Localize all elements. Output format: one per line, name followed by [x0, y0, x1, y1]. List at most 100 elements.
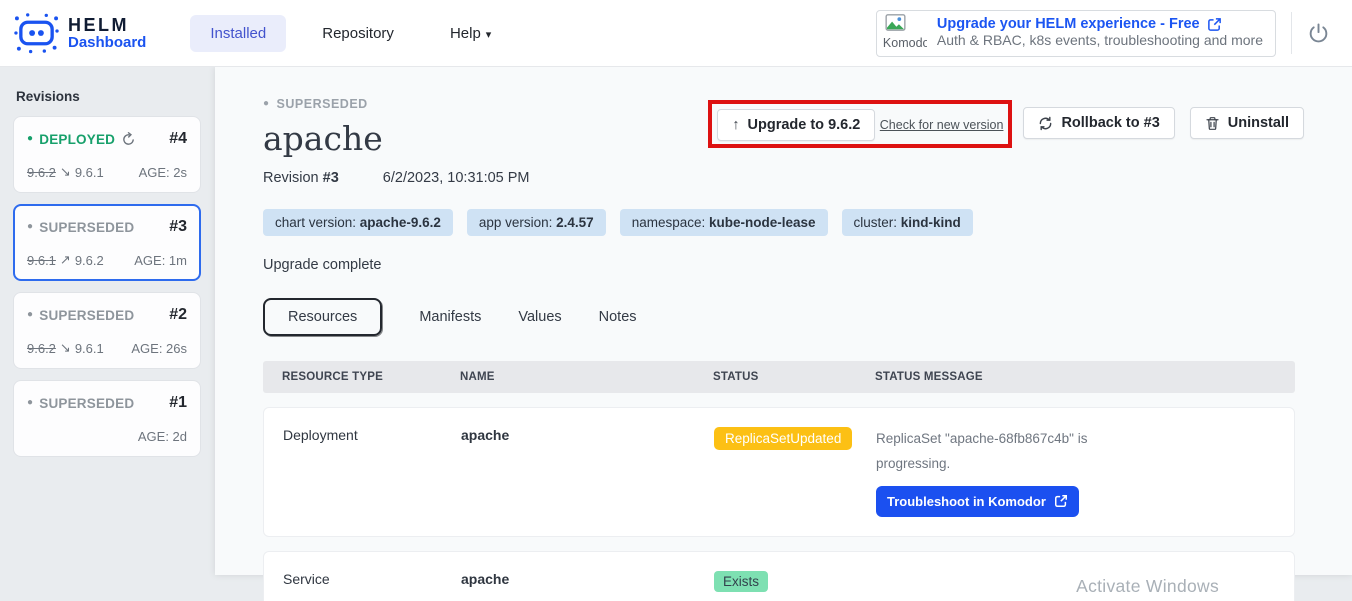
- revision-label: Revision #3: [263, 170, 339, 186]
- top-navbar: HELM Dashboard Installed Repository Help…: [0, 0, 1352, 67]
- revision-number: #1: [169, 394, 187, 412]
- status-badge: ReplicaSetUpdated: [714, 427, 852, 450]
- table-header-row: RESOURCE TYPE NAME STATUS STATUS MESSAGE: [263, 361, 1295, 393]
- tab-notes[interactable]: Notes: [599, 309, 637, 325]
- revision-age: AGE: 2d: [138, 429, 187, 444]
- tab-values[interactable]: Values: [518, 309, 561, 325]
- helm-robot-icon: [14, 11, 59, 55]
- to-version: 9.6.2: [75, 253, 104, 268]
- revision-number: #2: [169, 306, 187, 324]
- from-version: 9.6.2: [27, 341, 56, 356]
- logo-line-helm: HELM: [68, 16, 146, 35]
- revision-status: ●DEPLOYED: [27, 132, 115, 147]
- revision-age: AGE: 2s: [139, 165, 187, 180]
- release-actions: ↑ Upgrade to 9.6.2 Check for new version…: [717, 107, 1304, 141]
- status-dot-icon: ●: [263, 99, 270, 109]
- revision-info-line: Revision #3 6/2/2023, 10:31:05 PM: [263, 170, 1352, 186]
- revision-status: ●SUPERSEDED: [27, 308, 134, 323]
- uninstall-button[interactable]: Uninstall: [1190, 107, 1304, 139]
- revision-card-2[interactable]: ●SUPERSEDED #2 9.6.2 ↘ 9.6.1 AGE: 26s: [13, 292, 201, 369]
- revision-meta: 9.6.2 ↘ 9.6.1 AGE: 2s: [27, 164, 187, 180]
- caret-down-icon: ▾: [486, 29, 492, 41]
- revision-meta: 9.6.1 ↗ 9.6.2 AGE: 1m: [27, 252, 187, 268]
- detail-tabs: Resources Manifests Values Notes: [263, 298, 1352, 336]
- chip-chart-version: chart version: apache-9.6.2: [263, 209, 453, 236]
- upgrade-button-label: Upgrade to 9.6.2: [748, 117, 861, 133]
- revision-meta: 9.6.2 ↘ 9.6.1 AGE: 26s: [27, 340, 187, 356]
- external-link-icon: [1207, 17, 1222, 32]
- status-dot-icon: ●: [27, 398, 33, 408]
- status-badge: Exists: [714, 571, 768, 592]
- upgrade-button-wrap: ↑ Upgrade to 9.6.2 Check for new version: [717, 107, 1003, 141]
- tab-manifests[interactable]: Manifests: [419, 309, 481, 325]
- revision-status: ●SUPERSEDED: [27, 220, 134, 235]
- power-icon[interactable]: [1307, 22, 1330, 45]
- helm-dashboard-logo[interactable]: HELM Dashboard: [14, 11, 146, 55]
- release-description: Upgrade complete: [263, 257, 1352, 273]
- col-header-name: NAME: [460, 371, 713, 383]
- cell-name: apache: [461, 571, 714, 587]
- banner-title-text: Upgrade your HELM experience - Free: [937, 16, 1200, 32]
- from-version: 9.6.1: [27, 253, 56, 268]
- revision-card-4[interactable]: ●DEPLOYED #4 9.6.2 ↘ 9.6.1 AGE: 2s: [13, 116, 201, 193]
- status-dot-icon: ●: [27, 310, 33, 320]
- revision-number: #4: [169, 130, 187, 148]
- logo-text: HELM Dashboard: [68, 16, 146, 51]
- check-new-version-link[interactable]: Check for new version: [880, 118, 1004, 132]
- nav-tab-installed[interactable]: Installed: [190, 15, 286, 52]
- help-label: Help: [450, 25, 481, 42]
- col-header-resource-type: RESOURCE TYPE: [282, 371, 460, 383]
- komodor-broken-image: Komodor: [883, 14, 927, 53]
- revisions-sidebar: Revisions ●DEPLOYED #4 9.6.2 ↘ 9.6.1 AGE…: [0, 67, 215, 601]
- chip-namespace: namespace: kube-node-lease: [620, 209, 828, 236]
- banner-title: Upgrade your HELM experience - Free: [937, 16, 1263, 32]
- helm-dashboard-page: HELM Dashboard Installed Repository Help…: [0, 0, 1352, 601]
- cell-resource-type: Service: [283, 571, 461, 587]
- revision-timestamp: 6/2/2023, 10:31:05 PM: [383, 170, 530, 186]
- trash-icon: [1205, 116, 1220, 131]
- troubleshoot-button-label: Troubleshoot in Komodor: [887, 494, 1046, 509]
- from-version: 9.6.2: [27, 165, 56, 180]
- to-version: 9.6.1: [75, 165, 104, 180]
- revision-status: ●SUPERSEDED: [27, 396, 134, 411]
- revisions-title: Revisions: [16, 89, 215, 104]
- status-message: ReplicaSet "apache-68fb867c4b" is progre…: [876, 427, 1094, 477]
- chip-cluster: cluster: kind-kind: [842, 209, 973, 236]
- reload-icon[interactable]: [121, 132, 136, 147]
- main-nav: Installed Repository Help ▾: [190, 15, 511, 52]
- revision-card-1[interactable]: ●SUPERSEDED #1 AGE: 2d: [13, 380, 201, 457]
- upgrade-button[interactable]: ↑ Upgrade to 9.6.2: [717, 109, 875, 141]
- nav-dropdown-help[interactable]: Help ▾: [430, 15, 511, 52]
- version-arrow-icon: ↘: [60, 164, 71, 180]
- cell-resource-type: Deployment: [283, 427, 461, 443]
- cell-name: apache: [461, 427, 714, 443]
- revision-meta: AGE: 2d: [27, 428, 187, 444]
- rollback-button-label: Rollback to #3: [1061, 115, 1159, 131]
- nav-tab-repository[interactable]: Repository: [302, 15, 414, 52]
- revision-age: AGE: 26s: [131, 341, 187, 356]
- revision-number: #3: [323, 170, 339, 186]
- rollback-button[interactable]: Rollback to #3: [1023, 107, 1174, 139]
- banner-text: Upgrade your HELM experience - Free Auth…: [937, 16, 1263, 50]
- revision-number: #3: [169, 218, 187, 236]
- troubleshoot-komodor-button[interactable]: Troubleshoot in Komodor: [876, 486, 1079, 517]
- chip-app-version: app version: 2.4.57: [467, 209, 606, 236]
- release-status-text: SUPERSEDED: [277, 97, 368, 111]
- komodor-promo-banner[interactable]: Komodor Upgrade your HELM experience - F…: [876, 10, 1276, 57]
- uninstall-button-label: Uninstall: [1228, 115, 1289, 131]
- status-dot-icon: ●: [27, 222, 33, 232]
- rollback-icon: [1038, 116, 1053, 131]
- activate-windows-watermark: Activate Windows: [1076, 576, 1219, 597]
- logo-line-dashboard: Dashboard: [68, 35, 146, 51]
- release-detail-panel: ↑ Upgrade to 9.6.2 Check for new version…: [215, 67, 1352, 575]
- revision-card-3-selected[interactable]: ●SUPERSEDED #3 9.6.1 ↗ 9.6.2 AGE: 1m: [13, 204, 201, 281]
- navbar-right: Komodor Upgrade your HELM experience - F…: [876, 10, 1338, 57]
- navbar-divider: [1291, 12, 1292, 54]
- status-dot-icon: ●: [27, 134, 33, 144]
- up-arrow-icon: ↑: [732, 117, 739, 133]
- banner-subtitle: Auth & RBAC, k8s events, troubleshooting…: [937, 32, 1263, 48]
- komodor-image-alt-text: Komodor: [883, 36, 927, 50]
- tab-resources[interactable]: Resources: [263, 298, 382, 336]
- version-arrow-icon: ↗: [60, 252, 71, 268]
- to-version: 9.6.1: [75, 341, 104, 356]
